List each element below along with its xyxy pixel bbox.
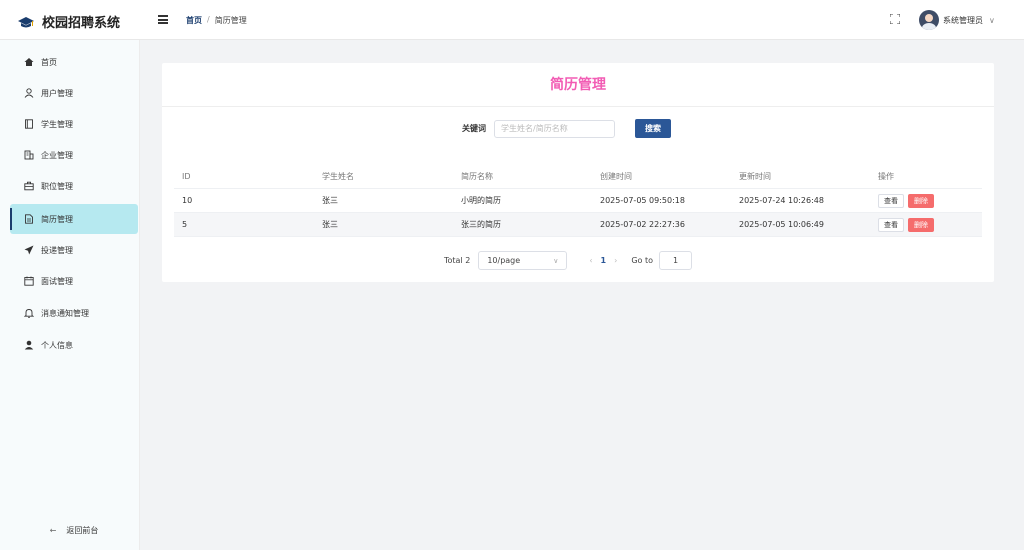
column-header: 操作	[878, 172, 894, 181]
search-input[interactable]: 学生姓名/简历名称	[494, 119, 615, 138]
search-bar: 关键词 学生姓名/简历名称 搜索	[462, 119, 671, 138]
sidebar-item-label: 学生管理	[41, 119, 73, 129]
page-number[interactable]: 1	[601, 256, 607, 265]
breadcrumb: 首页 / 简历管理	[186, 15, 247, 26]
cell-updated: 2025-07-05 10:06:49	[739, 220, 824, 229]
sidebar-item-label: 首页	[41, 57, 57, 67]
sidebar-item-companies[interactable]: 企业管理	[10, 140, 138, 170]
cell-resume: 张三的简历	[461, 220, 501, 229]
sidebar: 首页 用户管理 学生管理 企业管理 职位管理 简历管理 投递管理 面试管理 消息…	[0, 40, 140, 550]
sidebar-item-label: 企业管理	[41, 150, 73, 160]
cell-created: 2025-07-05 09:50:18	[600, 196, 685, 205]
goto-label: Go to	[631, 256, 653, 265]
sidebar-item-label: 面试管理	[41, 276, 73, 286]
breadcrumb-separator: /	[207, 15, 210, 24]
resume-management-card: 简历管理 关键词 学生姓名/简历名称 搜索 ID 学生姓名 简历名称 创建时间 …	[162, 63, 994, 282]
avatar	[919, 10, 939, 30]
total-count: Total 2	[444, 256, 471, 265]
pagination: Total 2 10/page ∨ ‹ 1 › Go to 1	[444, 251, 692, 270]
table-header: ID 学生姓名 简历名称 创建时间 更新时间 操作	[174, 165, 982, 189]
sidebar-item-label: 消息通知管理	[41, 308, 89, 318]
delete-button[interactable]: 删除	[908, 193, 934, 208]
cell-created: 2025-07-02 22:27:36	[600, 220, 685, 229]
sidebar-item-jobs[interactable]: 职位管理	[10, 171, 138, 201]
search-label: 关键词	[462, 124, 486, 133]
building-icon	[24, 150, 34, 160]
page-size-select[interactable]: 10/page ∨	[478, 251, 568, 270]
fullscreen-icon[interactable]	[890, 14, 900, 24]
sidebar-item-label: 用户管理	[41, 88, 73, 98]
top-header: 校园招聘系统 首页 / 简历管理 系统管理员 ∨	[0, 0, 1024, 40]
graduation-cap-icon	[18, 16, 34, 27]
column-header: ID	[182, 172, 191, 181]
briefcase-icon	[24, 181, 34, 191]
menu-toggle-icon[interactable]	[158, 15, 168, 24]
view-button[interactable]: 查看	[878, 193, 904, 208]
column-header: 更新时间	[739, 172, 771, 181]
table-row: 10 张三 小明的简历 2025-07-05 09:50:18 2025-07-…	[174, 189, 982, 213]
cell-id: 10	[182, 196, 193, 205]
sidebar-item-label: 投递管理	[41, 245, 73, 255]
column-header: 创建时间	[600, 172, 632, 181]
column-header: 学生姓名	[322, 172, 354, 181]
back-to-frontend-button[interactable]: ← 返回前台	[10, 515, 138, 545]
user-name: 系统管理员	[943, 15, 983, 25]
app-title: 校园招聘系统	[42, 16, 121, 31]
back-label: 返回前台	[66, 525, 99, 535]
breadcrumb-home[interactable]: 首页	[186, 15, 202, 26]
document-icon	[25, 214, 33, 224]
page-size-value: 10/page	[487, 256, 521, 265]
breadcrumb-current: 简历管理	[214, 16, 247, 25]
cell-id: 5	[182, 220, 188, 229]
page-title: 简历管理	[162, 63, 994, 107]
prev-page-icon[interactable]: ‹	[589, 256, 592, 265]
resume-table: ID 学生姓名 简历名称 创建时间 更新时间 操作 10 张三 小明的简历 20…	[174, 165, 982, 237]
goto-page-input[interactable]: 1	[658, 251, 692, 270]
table-row: 5 张三 张三的简历 2025-07-02 22:27:36 2025-07-0…	[174, 213, 982, 237]
sidebar-item-users[interactable]: 用户管理	[10, 78, 138, 108]
sidebar-item-home[interactable]: 首页	[10, 47, 138, 77]
sidebar-item-interviews[interactable]: 面试管理	[10, 266, 138, 296]
sidebar-item-label: 职位管理	[41, 181, 73, 191]
cell-actions: 查看 删除	[870, 217, 982, 232]
book-icon	[25, 119, 33, 129]
sidebar-item-profile[interactable]: 个人信息	[10, 330, 138, 360]
cell-student: 张三	[322, 196, 338, 205]
bell-icon	[24, 309, 34, 318]
app-logo[interactable]: 校园招聘系统	[18, 12, 120, 31]
send-icon	[24, 245, 34, 255]
cell-student: 张三	[322, 220, 338, 229]
calendar-icon	[24, 276, 34, 286]
chevron-down-icon: ∨	[553, 256, 559, 265]
search-button[interactable]: 搜索	[635, 119, 671, 138]
person-icon	[24, 340, 34, 350]
cell-resume: 小明的简历	[461, 196, 501, 205]
view-button[interactable]: 查看	[878, 217, 904, 232]
sidebar-item-notifications[interactable]: 消息通知管理	[10, 298, 138, 328]
user-menu[interactable]: 系统管理员 ∨	[919, 10, 995, 30]
user-icon	[24, 88, 34, 98]
delete-button[interactable]: 删除	[908, 217, 934, 232]
sidebar-item-label: 简历管理	[41, 214, 73, 224]
sidebar-item-students[interactable]: 学生管理	[10, 109, 138, 139]
column-header: 简历名称	[461, 172, 493, 181]
sidebar-item-resumes[interactable]: 简历管理	[10, 204, 138, 234]
arrow-left-icon: ←	[49, 525, 57, 535]
home-icon	[24, 58, 34, 66]
cell-actions: 查看 删除	[870, 193, 982, 208]
chevron-down-icon: ∨	[989, 15, 995, 25]
sidebar-item-applications[interactable]: 投递管理	[10, 235, 138, 265]
cell-updated: 2025-07-24 10:26:48	[739, 196, 824, 205]
sidebar-item-label: 个人信息	[41, 340, 73, 350]
next-page-icon[interactable]: ›	[614, 256, 617, 265]
